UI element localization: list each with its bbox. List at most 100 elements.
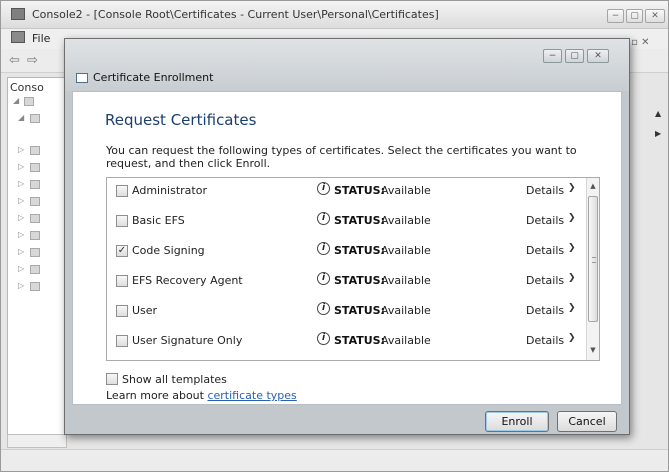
show-all-templates-checkbox[interactable] <box>106 373 118 385</box>
dialog-maximize-button[interactable]: ▢ <box>565 49 584 63</box>
tree-node[interactable]: ▷ <box>8 213 64 225</box>
forward-arrow-icon[interactable]: ⇨ <box>27 53 38 68</box>
certificate-row[interactable]: User Signature Only i STATUS: Available … <box>107 328 585 357</box>
tree-node[interactable]: ▷ <box>8 179 64 191</box>
tree-node[interactable]: ▷ <box>8 281 64 293</box>
status-value: Available <box>381 274 431 287</box>
certificate-list: Administrator i STATUS: Available Detail… <box>106 177 600 361</box>
show-all-templates-label[interactable]: Show all templates <box>122 373 227 386</box>
console-title: Console2 - [Console Root\Certificates - … <box>32 8 439 21</box>
tree-collapsed-icon[interactable]: ▷ <box>18 145 24 154</box>
status-label: STATUS: <box>334 304 385 317</box>
tree-node[interactable]: ▷ <box>8 196 64 208</box>
chevron-down-icon[interactable]: ❯ <box>568 333 576 343</box>
tree-collapsed-icon[interactable]: ▷ <box>18 179 24 188</box>
tree-node[interactable]: ▷ <box>8 247 64 259</box>
status-value: Available <box>381 214 431 227</box>
dialog-title: Certificate Enrollment <box>93 71 214 84</box>
certificate-row[interactable]: User i STATUS: Available Details ❯ <box>107 298 585 327</box>
certificate-types-link[interactable]: certificate types <box>207 389 296 402</box>
dialog-close-button[interactable]: ✕ <box>587 49 609 63</box>
chevron-down-icon[interactable]: ❯ <box>568 213 576 223</box>
folder-icon <box>30 114 40 123</box>
tree-node[interactable]: ▷ <box>8 230 64 242</box>
tree-node[interactable]: ▷ <box>8 264 64 276</box>
dialog-minimize-button[interactable]: − <box>543 49 562 63</box>
folder-icon <box>30 180 40 189</box>
enroll-button[interactable]: Enroll <box>485 411 549 432</box>
menu-document-icon[interactable] <box>11 31 25 43</box>
chevron-down-icon[interactable]: ❯ <box>568 183 576 193</box>
certificate-row[interactable]: EFS Recovery Agent i STATUS: Available D… <box>107 268 585 297</box>
details-link[interactable]: Details <box>526 304 564 317</box>
tree-collapsed-icon[interactable]: ▷ <box>18 213 24 222</box>
certificate-checkbox[interactable] <box>116 305 128 317</box>
scroll-down-icon[interactable]: ▼ <box>587 344 599 357</box>
console-minimize-button[interactable]: − <box>607 9 624 23</box>
certificate-row[interactable]: Basic EFS i STATUS: Available Details ❯ <box>107 208 585 237</box>
tree-collapsed-icon[interactable]: ▷ <box>18 196 24 205</box>
chevron-down-icon[interactable]: ❯ <box>568 273 576 283</box>
learn-more-prefix: Learn more about <box>106 389 208 402</box>
folder-icon <box>30 265 40 274</box>
folder-icon <box>30 146 40 155</box>
tree-collapsed-icon[interactable]: ▷ <box>18 230 24 239</box>
back-arrow-icon[interactable]: ⇦ <box>9 53 20 68</box>
info-icon: i <box>317 302 330 315</box>
tree-collapsed-icon[interactable]: ▷ <box>18 281 24 290</box>
tree-node[interactable]: ◢ <box>8 96 64 108</box>
certificate-list-scrollbar[interactable]: ▲ ▼ <box>586 178 599 360</box>
tree-node[interactable]: ▷ <box>8 145 64 157</box>
tree-horizontal-scrollbar[interactable] <box>7 434 67 448</box>
certificate-row[interactable]: Administrator i STATUS: Available Detail… <box>107 178 585 207</box>
mmc-app-icon <box>11 8 25 20</box>
tree-node[interactable]: ◢ <box>8 113 64 125</box>
info-icon: i <box>317 212 330 225</box>
chevron-down-icon[interactable]: ❯ <box>568 243 576 253</box>
page-heading: Request Certificates <box>105 111 257 129</box>
details-link[interactable]: Details <box>526 274 564 287</box>
chevron-down-icon[interactable]: ❯ <box>568 303 576 313</box>
certificate-name: Code Signing <box>132 244 205 257</box>
certificate-name: Basic EFS <box>132 214 185 227</box>
status-label: STATUS: <box>334 334 385 347</box>
tree-expanded-icon[interactable]: ◢ <box>18 113 24 122</box>
certificate-enrollment-icon <box>76 73 88 83</box>
folder-icon <box>30 163 40 172</box>
tree-collapsed-icon[interactable]: ▷ <box>18 264 24 273</box>
details-link[interactable]: Details <box>526 214 564 227</box>
scroll-up-icon[interactable]: ▲ <box>655 109 661 118</box>
tree-collapsed-icon[interactable]: ▷ <box>18 162 24 171</box>
details-link[interactable]: Details <box>526 184 564 197</box>
submenu-arrow-icon[interactable]: ▶ <box>655 129 661 138</box>
console-maximize-button[interactable]: ▢ <box>626 9 643 23</box>
tree-collapsed-icon[interactable]: ▷ <box>18 247 24 256</box>
details-link[interactable]: Details <box>526 244 564 257</box>
folder-icon <box>30 197 40 206</box>
tree-node[interactable]: ▷ <box>8 162 64 174</box>
certificate-checkbox[interactable] <box>116 215 128 227</box>
details-link[interactable]: Details <box>526 334 564 347</box>
menu-file[interactable]: File <box>32 32 50 45</box>
folder-icon <box>30 248 40 257</box>
folder-icon <box>30 231 40 240</box>
status-label: STATUS: <box>334 274 385 287</box>
info-icon: i <box>317 182 330 195</box>
certificate-checkbox[interactable] <box>116 185 128 197</box>
certificate-name: Administrator <box>132 184 207 197</box>
scrollbar-thumb[interactable] <box>588 196 598 322</box>
learn-more-text: Learn more about certificate types <box>106 389 297 402</box>
info-icon: i <box>317 242 330 255</box>
certificate-row[interactable]: ✓ Code Signing i STATUS: Available Detai… <box>107 238 585 267</box>
tree-expanded-icon[interactable]: ◢ <box>13 96 19 105</box>
certificate-checkbox[interactable] <box>116 275 128 287</box>
console-close-button[interactable]: ✕ <box>645 9 665 23</box>
folder-icon <box>30 282 40 291</box>
scroll-up-icon[interactable]: ▲ <box>587 180 599 193</box>
info-icon: i <box>317 272 330 285</box>
certificate-checkbox-checked[interactable]: ✓ <box>116 245 128 257</box>
certificate-checkbox[interactable] <box>116 335 128 347</box>
cancel-button[interactable]: Cancel <box>557 411 617 432</box>
status-label: STATUS: <box>334 184 385 197</box>
console-status-bar <box>1 449 668 471</box>
